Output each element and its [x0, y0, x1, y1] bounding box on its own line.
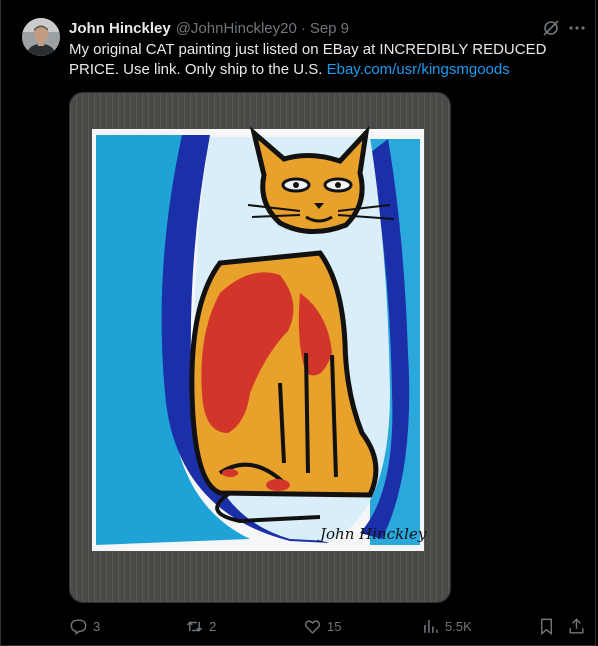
more-dots-icon[interactable] — [567, 18, 587, 38]
post-image[interactable]: John Hinckley — [69, 92, 451, 603]
share-icon — [569, 617, 584, 634]
heart-icon — [304, 619, 321, 634]
action-bar: 3 2 15 5.5K — [1, 614, 598, 638]
reply-button[interactable]: 3 — [69, 614, 100, 638]
reply-icon — [70, 618, 87, 635]
tweet-text: My original CAT painting just listed on … — [69, 40, 569, 80]
avatar-image — [22, 18, 60, 56]
like-count: 15 — [327, 618, 342, 634]
ebay-link[interactable]: Ebay.com/usr/kingsmgoods — [327, 61, 510, 78]
bookmark-button[interactable] — [537, 614, 556, 638]
avatar[interactable] — [22, 18, 60, 56]
separator-dot: · — [300, 19, 306, 37]
like-button[interactable]: 15 — [303, 614, 341, 638]
repost-icon — [186, 620, 203, 632]
grok-icon[interactable] — [541, 18, 561, 38]
author-handle[interactable]: @JohnHinckley20 — [176, 20, 297, 37]
bookmark-icon — [541, 618, 552, 635]
painting-signature: John Hinckley — [317, 525, 427, 543]
reply-count: 3 — [93, 618, 101, 634]
tweet[interactable]: John Hinckley @JohnHinckley20 · Sep 9 My… — [0, 0, 596, 646]
tweet-header: John Hinckley @JohnHinckley20 · Sep 9 — [69, 18, 349, 38]
repost-count: 2 — [209, 618, 217, 634]
repost-button[interactable]: 2 — [185, 614, 216, 638]
views-count: 5.5K — [445, 618, 472, 634]
cat-painting-image: John Hinckley — [70, 93, 450, 602]
post-date[interactable]: Sep 9 — [310, 20, 349, 37]
author-name[interactable]: John Hinckley — [69, 20, 171, 37]
share-button[interactable] — [567, 614, 586, 638]
views-bar-chart-icon — [424, 619, 438, 633]
views-button[interactable]: 5.5K — [421, 614, 472, 638]
